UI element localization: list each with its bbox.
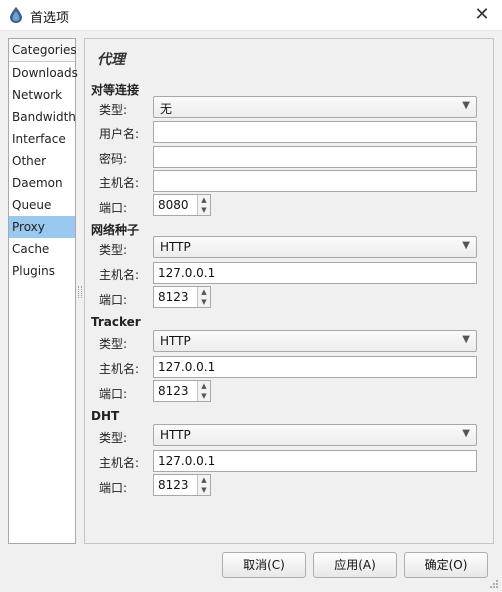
peer-type-value: 无 xyxy=(160,102,173,116)
tracker-port-spinner[interactable]: 8123 ▲ ▼ xyxy=(153,380,211,402)
webseed-port-value: 8123 xyxy=(158,290,189,304)
sidebar-item-downloads[interactable]: Downloads xyxy=(9,62,78,84)
sidebar-item-proxy[interactable]: Proxy xyxy=(9,216,75,238)
dht-type-value: HTTP xyxy=(160,428,191,442)
categories-list: Categories Downloads Network Bandwidth I… xyxy=(8,38,78,544)
dht-type-select[interactable]: HTTP ▼ xyxy=(153,424,477,446)
resize-grip-icon[interactable] xyxy=(489,579,499,589)
dropdown-arrow-icon: ▼ xyxy=(462,240,470,251)
dht-section-heading: DHT xyxy=(91,409,120,423)
pane-splitter-handle[interactable] xyxy=(78,286,82,298)
dht-host-label: 主机名: xyxy=(99,456,140,470)
dropdown-arrow-icon: ▼ xyxy=(462,100,470,111)
spin-down-icon[interactable]: ▼ xyxy=(197,205,210,215)
close-button[interactable]: ✕ xyxy=(470,4,494,26)
webseed-type-label: 类型: xyxy=(99,243,128,257)
webseed-port-spinner[interactable]: 8123 ▲ ▼ xyxy=(153,286,211,308)
cancel-button[interactable]: 取消(C) xyxy=(222,552,306,578)
close-icon: ✕ xyxy=(474,4,490,25)
dropdown-arrow-icon: ▼ xyxy=(462,428,470,439)
sidebar-item-interface[interactable]: Interface xyxy=(9,128,75,150)
page-title: 代理 xyxy=(97,52,125,68)
tracker-type-label: 类型: xyxy=(99,337,128,351)
dht-host-input[interactable]: 127.0.0.1 xyxy=(153,450,477,472)
dht-port-label: 端口: xyxy=(99,481,128,495)
sidebar-item-cache[interactable]: Cache xyxy=(9,238,75,260)
title-bar: 首选项 ✕ xyxy=(0,0,502,31)
peer-port-label: 端口: xyxy=(99,201,128,215)
deluge-droplet-icon xyxy=(10,7,22,23)
ok-button[interactable]: 确定(O) xyxy=(404,552,488,578)
peer-type-select[interactable]: 无 ▼ xyxy=(153,96,477,118)
window-title: 首选项 xyxy=(30,11,70,26)
sidebar-item-plugins[interactable]: Plugins xyxy=(9,260,75,282)
sidebar-item-queue[interactable]: Queue xyxy=(9,194,75,216)
webseed-host-input[interactable]: 127.0.0.1 xyxy=(153,262,477,284)
webseed-type-select[interactable]: HTTP ▼ xyxy=(153,236,477,258)
dht-type-label: 类型: xyxy=(99,431,128,445)
peer-password-input[interactable] xyxy=(153,146,477,168)
sidebar-item-bandwidth[interactable]: Bandwidth xyxy=(9,106,76,128)
tracker-section-heading: Tracker xyxy=(91,315,141,329)
dht-port-value: 8123 xyxy=(158,478,189,492)
sidebar-item-other[interactable]: Other xyxy=(9,150,75,172)
tracker-port-label: 端口: xyxy=(99,387,128,401)
peer-host-label: 主机名: xyxy=(99,176,140,190)
tracker-host-input[interactable]: 127.0.0.1 xyxy=(153,356,477,378)
webseed-section-heading: 网络种子 xyxy=(91,223,140,237)
tracker-port-value: 8123 xyxy=(158,384,189,398)
dropdown-arrow-icon: ▼ xyxy=(462,334,470,345)
spin-down-icon[interactable]: ▼ xyxy=(197,297,210,307)
peer-port-spinner[interactable]: 8080 ▲ ▼ xyxy=(153,194,211,216)
proxy-settings-panel: 代理 对等连接 类型: 无 ▼ 用户名: 密码: 主机名: 端口: 8080 ▲… xyxy=(84,38,494,544)
sidebar-item-network[interactable]: Network xyxy=(9,84,75,106)
categories-header[interactable]: Categories xyxy=(9,39,77,62)
spin-down-icon[interactable]: ▼ xyxy=(197,391,210,401)
spin-down-icon[interactable]: ▼ xyxy=(197,485,210,495)
sidebar-item-daemon[interactable]: Daemon xyxy=(9,172,75,194)
peer-username-label: 用户名: xyxy=(99,127,140,141)
tracker-type-value: HTTP xyxy=(160,334,191,348)
webseed-port-label: 端口: xyxy=(99,293,128,307)
dht-port-spinner[interactable]: 8123 ▲ ▼ xyxy=(153,474,211,496)
peer-type-label: 类型: xyxy=(99,103,128,117)
peer-password-label: 密码: xyxy=(99,152,128,166)
peer-port-value: 8080 xyxy=(158,198,189,212)
webseed-host-label: 主机名: xyxy=(99,268,140,282)
apply-button[interactable]: 应用(A) xyxy=(313,552,397,578)
webseed-type-value: HTTP xyxy=(160,240,191,254)
tracker-type-select[interactable]: HTTP ▼ xyxy=(153,330,477,352)
peer-host-input[interactable] xyxy=(153,170,477,192)
peer-username-input[interactable] xyxy=(153,121,477,143)
tracker-host-label: 主机名: xyxy=(99,362,140,376)
peer-section-heading: 对等连接 xyxy=(91,83,140,97)
